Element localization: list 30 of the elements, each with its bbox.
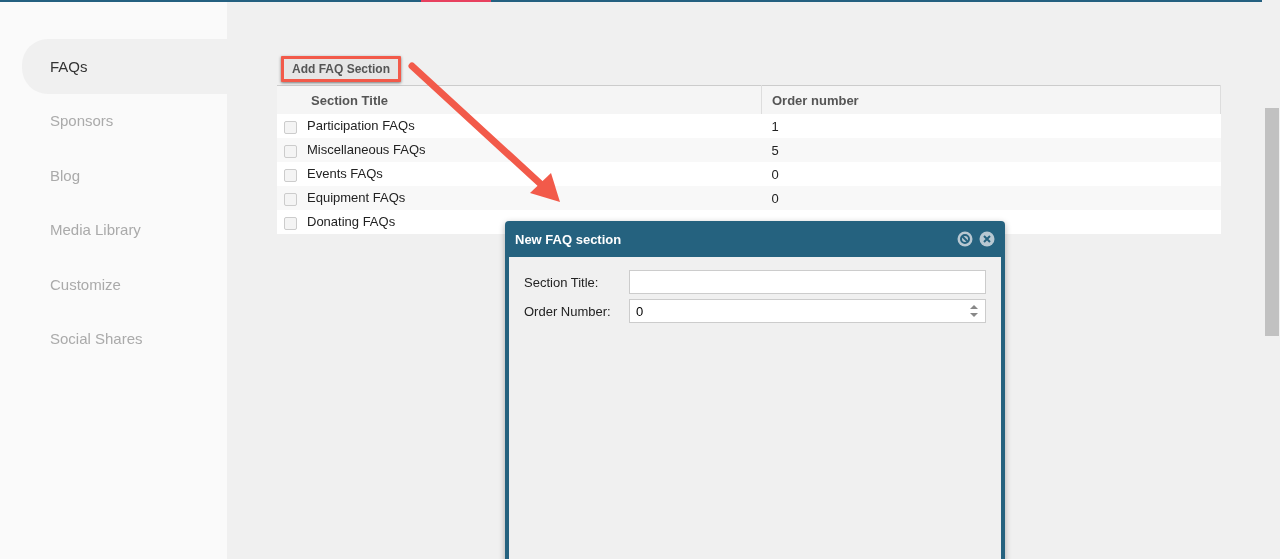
sidebar-item[interactable]: FAQs <box>22 39 227 94</box>
table-cell: 1 <box>771 118 779 134</box>
close-icon[interactable] <box>979 231 995 247</box>
table-cell: 0 <box>771 166 779 182</box>
row-checkbox[interactable] <box>284 216 297 230</box>
column-header: Section Title <box>277 85 762 114</box>
table-cell: Events FAQs <box>307 166 383 182</box>
sidebar-item[interactable]: Customize <box>22 257 227 312</box>
add-faq-section-button[interactable]: Add FAQ Section <box>281 56 401 82</box>
row-checkbox[interactable] <box>284 120 297 134</box>
dialog-title: New FAQ section <box>515 231 622 247</box>
sidebar-item[interactable]: Media Library <box>22 202 227 257</box>
field-label: Order Number: <box>524 303 612 319</box>
row-checkbox[interactable] <box>284 168 297 182</box>
table-cell: Donating FAQs <box>307 214 396 230</box>
row-checkbox[interactable] <box>284 192 297 206</box>
table-cell: Participation FAQs <box>307 118 415 134</box>
sidebar-item[interactable]: Social Shares <box>22 311 227 366</box>
field-label: Section Title: <box>524 274 600 290</box>
row-checkbox[interactable] <box>284 144 297 158</box>
input-field[interactable]: 0 <box>629 299 986 323</box>
table-cell: Miscellaneous FAQs <box>307 142 426 158</box>
table-cell: Equipment FAQs <box>307 190 406 206</box>
column-header: Order number <box>761 85 1221 114</box>
input-field[interactable] <box>629 270 986 294</box>
table-cell: 5 <box>771 142 779 158</box>
table-cell: 0 <box>771 190 779 206</box>
sidebar-item[interactable]: Sponsors <box>22 93 227 148</box>
spinner-icon[interactable] <box>970 304 978 318</box>
sidebar-item[interactable]: Blog <box>22 148 227 203</box>
